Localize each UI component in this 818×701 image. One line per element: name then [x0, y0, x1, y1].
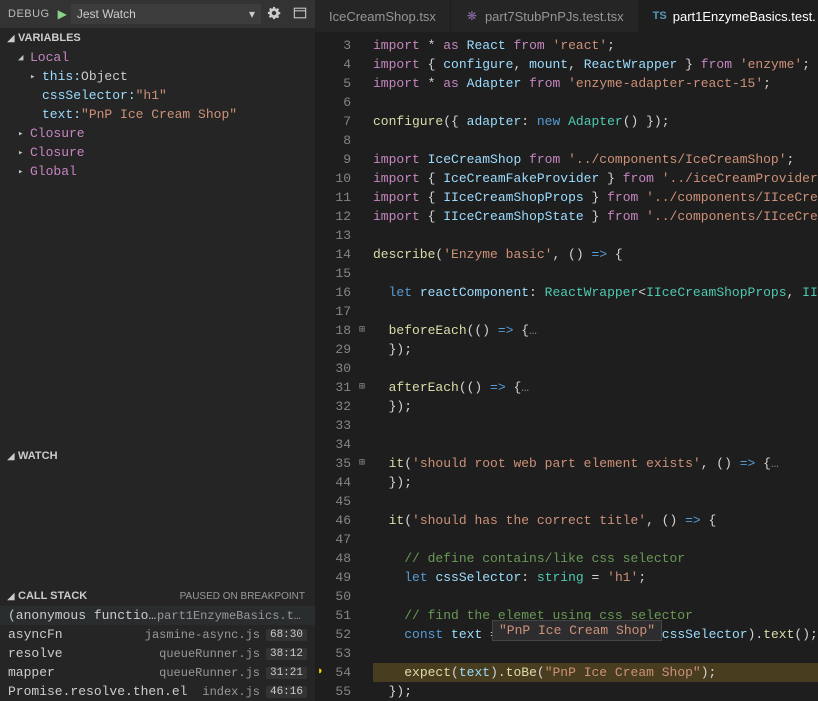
- editor-tabs: IceCreamShop.tsx ❋ part7StubPnPJs.test.t…: [315, 0, 818, 32]
- watch-title: WATCH: [18, 450, 58, 462]
- callstack-frame[interactable]: resolve queueRunner.js 38:12: [0, 644, 315, 663]
- scope-global[interactable]: ▸ Global: [0, 162, 315, 181]
- console-icon[interactable]: [293, 6, 307, 23]
- var-this[interactable]: ▸ this: Object: [0, 67, 315, 86]
- debug-label: DEBUG: [8, 8, 50, 20]
- scope-closure[interactable]: ▸ Closure: [0, 124, 315, 143]
- callstack-title: CALL STACK: [18, 590, 87, 602]
- tab-label: IceCreamShop.tsx: [329, 9, 436, 24]
- tab-part7[interactable]: ❋ part7StubPnPJs.test.tsx: [451, 0, 639, 32]
- line-gutter: 3456789101112131415161718293031323334354…: [315, 32, 359, 701]
- debug-toolbar: DEBUG ▶ Jest Watch ▾: [0, 0, 315, 28]
- debug-config-name: Jest Watch: [77, 7, 136, 21]
- chevron-right-icon: ▸: [30, 72, 40, 82]
- callstack-frame[interactable]: asyncFn jasmine-async.js 68:30: [0, 625, 315, 644]
- variables-body: ◢ Local ▸ this: Object cssSelector: "h1"…: [0, 48, 315, 181]
- tab-part1[interactable]: TS part1EnzymeBasics.test.: [639, 0, 818, 32]
- fold-gutter[interactable]: ⊞⊞⊞: [359, 32, 373, 701]
- variables-title: VARIABLES: [18, 32, 81, 44]
- callstack-frame[interactable]: (anonymous function) part1EnzymeBasics.t…: [0, 606, 315, 625]
- gear-icon[interactable]: [267, 6, 281, 23]
- chevron-down-icon: ◢: [18, 53, 28, 63]
- tab-label: part7StubPnPJs.test.tsx: [485, 9, 624, 24]
- debug-config-select[interactable]: Jest Watch ▾: [71, 4, 261, 24]
- debug-tooltip: "PnP Ice Cream Shop": [492, 620, 662, 641]
- chevron-right-icon: ▸: [18, 167, 28, 177]
- callstack-frame[interactable]: mapper queueRunner.js 31:21: [0, 663, 315, 682]
- watch-body[interactable]: [0, 466, 315, 586]
- variables-header[interactable]: ◢ VARIABLES: [0, 28, 315, 48]
- test-icon: ❋: [465, 9, 479, 23]
- chevron-down-icon: ▾: [249, 7, 255, 21]
- chevron-down-icon: ◢: [4, 33, 18, 44]
- code-content[interactable]: import * as React from 'react'; import {…: [373, 32, 818, 701]
- callstack-body: (anonymous function) part1EnzymeBasics.t…: [0, 606, 315, 701]
- chevron-right-icon: ▸: [18, 148, 28, 158]
- scope-local[interactable]: ◢ Local: [0, 48, 315, 67]
- chevron-down-icon: ◢: [4, 451, 18, 462]
- debug-status: PAUSED ON BREAKPOINT: [180, 591, 305, 602]
- scope-closure[interactable]: ▸ Closure: [0, 143, 315, 162]
- chevron-down-icon: ◢: [4, 591, 18, 602]
- play-icon[interactable]: ▶: [58, 7, 67, 21]
- ts-icon: TS: [653, 10, 667, 22]
- chevron-right-icon: ▸: [18, 129, 28, 139]
- var-text[interactable]: text: "PnP Ice Cream Shop": [0, 105, 315, 124]
- tab-label: part1EnzymeBasics.test.: [673, 9, 816, 24]
- callstack-frame[interactable]: Promise.resolve.then.el index.js 46:16: [0, 682, 315, 701]
- callstack-header[interactable]: ◢ CALL STACK PAUSED ON BREAKPOINT: [0, 586, 315, 606]
- var-cssselector[interactable]: cssSelector: "h1": [0, 86, 315, 105]
- code-editor[interactable]: 3456789101112131415161718293031323334354…: [315, 32, 818, 701]
- tab-icecreamshop[interactable]: IceCreamShop.tsx: [315, 0, 451, 32]
- watch-header[interactable]: ◢ WATCH: [0, 446, 315, 466]
